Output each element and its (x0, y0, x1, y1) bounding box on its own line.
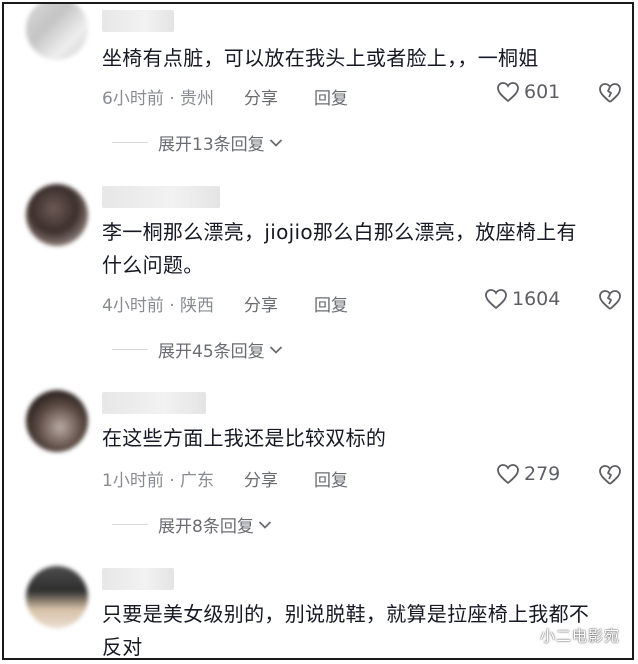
heart-icon (485, 289, 507, 310)
heart-icon (497, 82, 519, 103)
divider-line (112, 349, 148, 350)
heart-icon (497, 464, 519, 485)
expand-replies-button[interactable]: 展开45条回复 (112, 337, 283, 362)
comment-text: 李一桐那么漂亮，jiojio那么白那么漂亮，放座椅上有什么问题。 (102, 220, 577, 277)
comment-time-location: 1小时前 · 广东 (102, 471, 215, 491)
comment-list: 坐椅有点脏，可以放在我头上或者脸上，，一桐姐 6小时前 · 贵州 分享 回复 6… (2, 2, 634, 660)
avatar[interactable] (26, 4, 88, 60)
broken-heart-icon (599, 83, 621, 103)
dislike-button[interactable] (598, 82, 622, 108)
dislike-button[interactable] (598, 289, 622, 315)
watermark: 小二电影宛 (539, 627, 620, 645)
share-button[interactable]: 分享 (244, 291, 278, 316)
avatar[interactable] (26, 390, 88, 452)
share-button[interactable]: 分享 (244, 84, 278, 109)
expand-replies-label: 展开13条回复 (158, 135, 265, 155)
expand-replies-button[interactable]: 展开8条回复 (112, 512, 272, 537)
like-count: 601 (524, 81, 561, 103)
like-button[interactable]: 1604 (484, 288, 560, 310)
reply-button[interactable]: 回复 (314, 84, 348, 109)
comment-meta: 6小时前 · 贵州 分享 回复 (102, 84, 348, 109)
broken-heart-icon (599, 465, 621, 485)
expand-replies-label: 展开45条回复 (158, 342, 265, 362)
divider-line (112, 524, 148, 525)
share-button[interactable]: 分享 (244, 466, 278, 491)
like-button[interactable]: 279 (496, 463, 560, 485)
username-redacted[interactable] (102, 392, 206, 414)
chevron-down-icon (258, 520, 271, 529)
like-count: 279 (524, 463, 561, 485)
comment-time-location: 6小时前 · 贵州 (102, 89, 215, 109)
username-redacted[interactable] (102, 10, 174, 32)
comment-meta: 1小时前 · 广东 分享 回复 (102, 466, 348, 491)
broken-heart-icon (599, 290, 621, 310)
like-count: 1604 (512, 288, 561, 310)
chevron-down-icon (269, 138, 282, 147)
reply-button[interactable]: 回复 (314, 466, 348, 491)
expand-replies-button[interactable]: 展开13条回复 (112, 130, 283, 155)
like-button[interactable]: 601 (496, 81, 560, 103)
avatar[interactable] (26, 184, 88, 246)
expand-replies-label: 展开8条回复 (158, 517, 254, 537)
avatar[interactable] (26, 566, 88, 628)
divider-line (112, 142, 148, 143)
comment-meta: 4小时前 · 陕西 分享 回复 (102, 291, 348, 316)
username-redacted[interactable] (102, 186, 220, 208)
comment-time-location: 4小时前 · 陕西 (102, 296, 215, 316)
comment-text: 坐椅有点脏，可以放在我头上或者脸上，，一桐姐 (102, 46, 539, 70)
comment-text: 在这些方面上我还是比较双标的 (102, 426, 387, 450)
chevron-down-icon (269, 345, 282, 354)
reply-button[interactable]: 回复 (314, 291, 348, 316)
comment-text: 只要是美女级别的，别说脱鞋，就算是拉座椅上我都不反对 (102, 602, 590, 659)
username-redacted[interactable] (102, 568, 174, 590)
dislike-button[interactable] (598, 464, 622, 490)
